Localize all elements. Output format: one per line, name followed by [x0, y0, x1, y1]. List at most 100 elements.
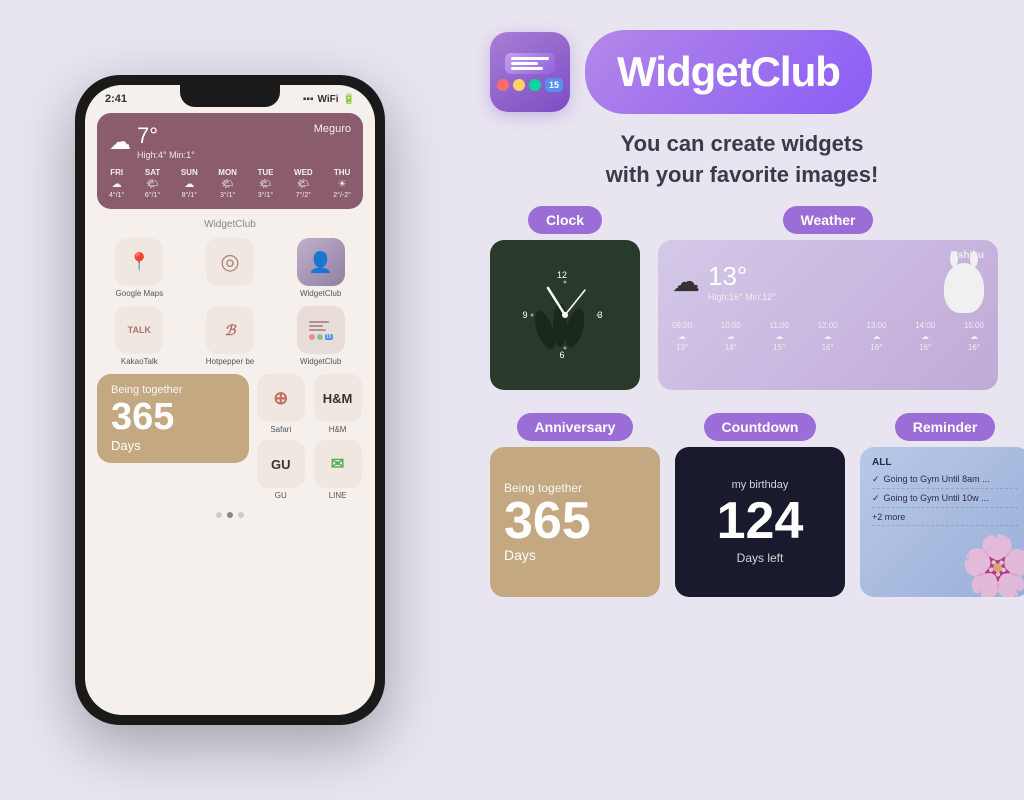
weather-preview-cloud: ☁ — [672, 265, 700, 298]
wifi-icon: WiFi — [318, 94, 339, 105]
svg-text:12: 12 — [557, 270, 567, 280]
brand-name: WidgetClub — [617, 48, 840, 95]
hotpepper-label: Hotpepper be — [206, 357, 254, 366]
app-item-safari[interactable]: ⊕ Safari — [255, 374, 306, 434]
countdown-title: my birthday — [732, 479, 789, 491]
safari-icon: ⊕ — [257, 374, 305, 422]
hotpepper-icon: ℬ — [206, 306, 254, 354]
reminder-item-2: ✓ Going to Gym Until 10w ... — [872, 493, 1018, 508]
app-item-widgetclub3[interactable]: 15 WidgetClub — [278, 306, 363, 366]
weather-col: Weather ☁ 13° High:16° Min:12° — [658, 206, 998, 390]
reminder-item-3: +2 more — [872, 512, 1018, 526]
battery-icon: 🔋 — [343, 94, 355, 105]
app-grid-row2: TALK KakaoTalk ℬ Hotpepper be — [97, 306, 363, 366]
photo-icon: 👤 — [297, 238, 345, 286]
flower-decoration: 🌸 — [960, 531, 1024, 597]
hm-label: H&M — [329, 425, 347, 434]
ann-row: Being together 365 Days ⊕ Safari GU GU — [97, 374, 363, 500]
logo-dot-green — [513, 79, 525, 91]
countdown-widget-preview[interactable]: my birthday 124 Days left — [675, 447, 845, 597]
clock-col: Clock 12 3 6 9 — [490, 206, 640, 390]
logo-line-1 — [511, 57, 549, 60]
widget-row-2: Anniversary Being together 365 Days Coun… — [490, 413, 994, 597]
app-logo: 15 — [490, 32, 570, 112]
app-item-gu[interactable]: GU GU — [255, 440, 306, 500]
weather-category-pill[interactable]: Weather — [783, 206, 874, 234]
app-item-ring[interactable]: ◎ — [188, 238, 273, 298]
app-item-hm[interactable]: H&M H&M — [312, 374, 363, 434]
weather-preview-top: ☁ 13° High:16° Min:12° Ushiku — [672, 250, 984, 313]
right-panel: 15 WidgetClub You can create widgets wit… — [460, 0, 1024, 800]
widget-section-2: Anniversary Being together 365 Days Coun… — [490, 413, 994, 597]
brand-pill: WidgetClub — [585, 30, 872, 114]
reminder-widget-preview[interactable]: 🌸 ALL ✓ Going to Gym Until 8am ... ✓ Goi… — [860, 447, 1024, 597]
anniversary-widget-preview[interactable]: Being together 365 Days — [490, 447, 660, 597]
line-label: LINE — [329, 491, 347, 500]
countdown-category-pill[interactable]: Countdown — [704, 413, 817, 441]
reminder-item-1: ✓ Going to Gym Until 8am ... — [872, 474, 1018, 489]
hm-icon: H&M — [314, 374, 362, 422]
countdown-col: Countdown my birthday 124 Days left — [675, 413, 845, 597]
widget-section-1: Clock 12 3 6 9 — [490, 206, 994, 398]
photo-widget[interactable]: 👤 WidgetClub — [278, 238, 363, 298]
phone-weather-temp: 7° — [137, 123, 195, 149]
ann-preview-being: Being together — [504, 481, 646, 495]
phone-mockup: 2:41 ▪▪▪ WiFi 🔋 ☁ 7° — [0, 0, 460, 800]
header-row: 15 WidgetClub — [490, 30, 994, 114]
app-item-maps[interactable]: 📍 Google Maps — [97, 238, 182, 298]
weather-label: Weather — [801, 212, 856, 228]
phone-weather-location: Meguro — [314, 123, 351, 135]
status-icons: ▪▪▪ WiFi 🔋 — [303, 94, 355, 105]
clock-category-pill[interactable]: Clock — [528, 206, 602, 234]
labels-row-1: Clock 12 3 6 9 — [490, 206, 994, 390]
reminder-all-label: ALL — [872, 457, 1018, 468]
clock-widget-preview[interactable]: 12 3 6 9 — [490, 240, 640, 390]
app-item-line[interactable]: ✉ LINE — [312, 440, 363, 500]
phone-anniversary-widget[interactable]: Being together 365 Days — [97, 374, 249, 463]
side-apps: ⊕ Safari GU GU — [255, 374, 306, 500]
ann-preview-number: 365 — [504, 495, 646, 547]
side-apps2: H&M H&M ✉ LINE — [312, 374, 363, 500]
line-icon: ✉ — [314, 440, 362, 488]
reminder-category-pill[interactable]: Reminder — [895, 413, 996, 441]
maps-icon: 📍 — [115, 238, 163, 286]
app-item-hotpepper[interactable]: ℬ Hotpepper be — [188, 306, 273, 366]
widgetclub2-label: WidgetClub — [300, 289, 341, 298]
logo-dot-red — [497, 79, 509, 91]
gu-label: GU — [275, 491, 287, 500]
check-icon-2: ✓ — [872, 493, 880, 504]
maps-label: Google Maps — [116, 289, 164, 298]
dot-1 — [216, 512, 222, 518]
weather-preview-info: High:16° Min:12° — [708, 292, 776, 302]
widgetclub-screen-label: WidgetClub — [97, 219, 363, 230]
ring-icon: ◎ — [206, 238, 254, 286]
phone-ann-number: 365 — [111, 398, 174, 436]
dot-3 — [238, 512, 244, 518]
dot-2 — [227, 512, 233, 518]
tagline-line2: with your favorite images! — [490, 160, 994, 191]
kakao-icon: TALK — [115, 306, 163, 354]
logo-dot-blue — [529, 79, 541, 91]
clock-label: Clock — [546, 212, 584, 228]
phone-weather-widget[interactable]: ☁ 7° High:4° Min:1° Meguro FRI☁4°/1° — [97, 113, 363, 209]
anniversary-col: Anniversary Being together 365 Days — [490, 413, 660, 597]
logo-line-3 — [511, 67, 543, 70]
phone-ann-being: Being together — [111, 384, 183, 396]
app-item-kakao[interactable]: TALK KakaoTalk — [97, 306, 182, 366]
clock-svg: 12 3 6 9 — [510, 260, 620, 370]
phone-notch — [180, 85, 280, 107]
countdown-number: 124 — [717, 495, 804, 547]
anniversary-category-pill[interactable]: Anniversary — [517, 413, 634, 441]
ann-preview-days: Days — [504, 547, 646, 563]
phone-weather-days: FRI☁4°/1° SAT🌤6°/1° SUN☁8°/1° MON🌤3°/1° … — [109, 168, 351, 199]
phone-screen: 2:41 ▪▪▪ WiFi 🔋 ☁ 7° — [85, 85, 375, 715]
weather-preview-temp: 13° — [708, 261, 776, 292]
kakao-label: KakaoTalk — [121, 357, 158, 366]
logo-lines — [505, 53, 555, 74]
safari-label: Safari — [270, 425, 291, 434]
countdown-sub: Days left — [737, 551, 784, 565]
widgetclub3-label: WidgetClub — [300, 357, 341, 366]
reminder-col: Reminder 🌸 ALL ✓ Going to Gym Until 8am … — [860, 413, 1024, 597]
weather-widget-preview[interactable]: ☁ 13° High:16° Min:12° Ushiku — [658, 240, 998, 390]
weather-preview-days: 09:00☁13° 10:00☁14° 11:00☁15° 12:00☁16° … — [672, 321, 984, 352]
